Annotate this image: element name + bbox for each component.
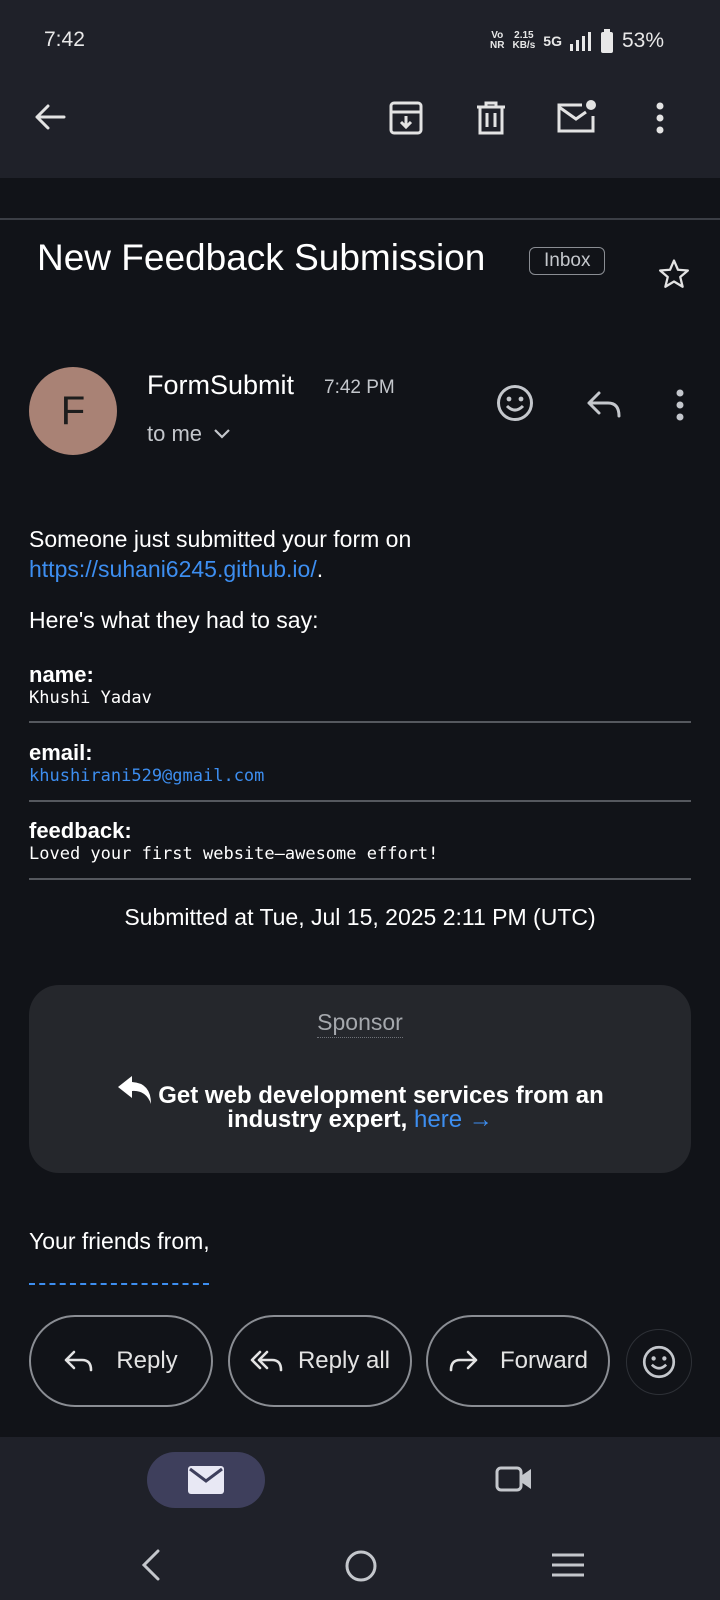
sponsor-title: Sponsor (29, 1009, 691, 1038)
speed-indicator: 2.15 KB/s (512, 30, 536, 51)
field-value-name: Khushi Yadav (29, 688, 152, 708)
system-recents-icon[interactable] (550, 1550, 586, 1580)
mail-icon (188, 1466, 224, 1494)
field-value-feedback: Loved your first website—awesome effort! (29, 844, 439, 864)
lead-text: Here's what they had to say: (29, 607, 319, 633)
sponsor-line-1: Get web development services from an (29, 1075, 691, 1110)
video-camera-icon (495, 1466, 531, 1492)
archive-icon[interactable] (388, 100, 424, 136)
reply-arrow-icon (118, 1076, 152, 1104)
nav-mail-tab[interactable] (147, 1452, 265, 1508)
status-indicators: Vo NR 2.15 KB/s 5G 53% (490, 26, 664, 56)
sponsor-link[interactable]: here → (414, 1106, 493, 1133)
sender-name: FormSubmit (147, 370, 295, 400)
mark-unread-icon[interactable] (556, 98, 598, 134)
reply-icon[interactable] (584, 388, 624, 420)
intro-text: Someone just submitted your form on (29, 526, 412, 552)
nav-meet-tab[interactable] (494, 1462, 534, 1496)
cut-off-link (29, 1279, 209, 1285)
field-label-email: email: (29, 740, 93, 765)
inbox-label-chip[interactable]: Inbox (529, 247, 606, 275)
status-time: 7:42 (44, 28, 85, 51)
reply-icon (65, 1350, 93, 1372)
system-back-icon[interactable] (136, 1547, 166, 1583)
form-site-link[interactable]: https://suhani6245.github.io/ (29, 556, 317, 582)
star-icon[interactable] (656, 256, 692, 292)
back-arrow-icon[interactable] (28, 95, 72, 139)
more-vert-icon[interactable] (650, 100, 670, 136)
add-reaction-icon[interactable] (496, 384, 534, 422)
volte-indicator: Vo NR (490, 30, 505, 51)
email-subject: New Feedback Submission (37, 237, 486, 278)
recipient-label: to me (147, 421, 203, 446)
battery-percent: 53% (621, 29, 664, 52)
sponsor-line-2: industry expert, here → (227, 1106, 493, 1133)
header-divider (0, 218, 720, 220)
sender-avatar[interactable]: F (29, 367, 117, 455)
submitted-timestamp: Submitted at Tue, Jul 15, 2025 2:11 PM (… (124, 904, 596, 930)
network-type: 5G (543, 33, 562, 49)
field-label-name: name: (29, 662, 94, 687)
forward-button[interactable]: Forward (426, 1315, 610, 1407)
field-value-email[interactable]: khushirani529@gmail.com (29, 766, 264, 786)
smile-icon (642, 1345, 676, 1379)
message-more-icon[interactable] (670, 388, 690, 422)
field-divider (29, 878, 691, 880)
system-home-icon[interactable] (343, 1548, 379, 1584)
email-time: 7:42 PM (324, 377, 395, 398)
intro-link-line: https://suhani6245.github.io/. (29, 556, 324, 582)
sponsor-card: Sponsor Get web development services fro… (29, 985, 691, 1173)
reply-button[interactable]: Reply (29, 1315, 213, 1407)
delete-icon[interactable] (474, 100, 508, 136)
recipient-toggle[interactable]: to me (147, 421, 230, 447)
signal-icon (569, 32, 591, 51)
field-label-feedback: feedback: (29, 818, 132, 843)
field-divider (29, 721, 691, 723)
battery-icon (600, 29, 613, 53)
closing-text: Your friends from, (29, 1228, 210, 1254)
reply-all-button[interactable]: Reply all (228, 1315, 412, 1407)
chevron-down-icon (214, 429, 230, 439)
reply-all-icon (250, 1350, 283, 1372)
field-divider (29, 800, 691, 802)
emoji-reaction-button[interactable] (626, 1329, 692, 1395)
forward-icon (449, 1350, 478, 1372)
